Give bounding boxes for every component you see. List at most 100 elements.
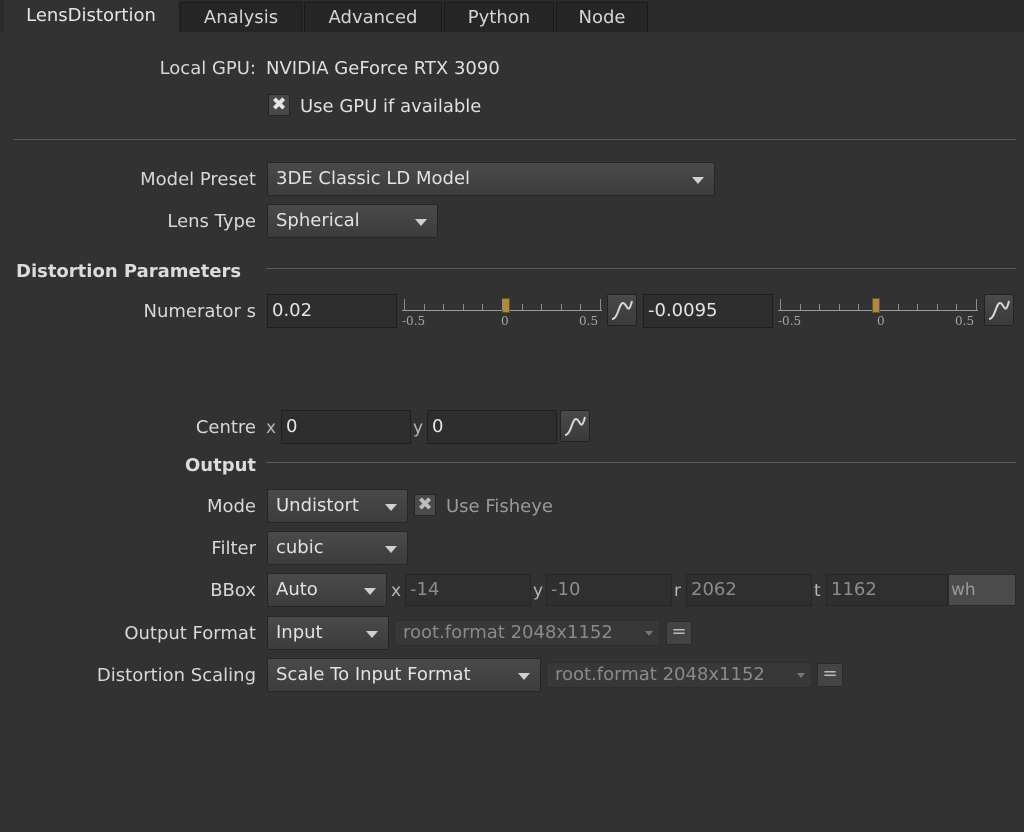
use-gpu-label: Use GPU if available xyxy=(300,96,482,117)
lens-type-label: Lens Type xyxy=(167,211,256,232)
numerator-s-field-2[interactable]: -0.0095 xyxy=(643,294,773,328)
slider-tick xyxy=(936,304,938,310)
slider-mid-label: 0 xyxy=(877,314,885,328)
slider-tick xyxy=(838,304,840,310)
bbox-value: Auto xyxy=(276,579,318,600)
filter-label: Filter xyxy=(211,538,256,559)
mode-label: Mode xyxy=(206,496,256,517)
lens-type-value: Spherical xyxy=(276,210,360,231)
tab-lensdistortion[interactable]: LensDistortion xyxy=(4,0,178,32)
chevron-down-icon xyxy=(364,588,376,595)
bbox-r-label: r xyxy=(674,581,681,601)
use-fisheye-checkbox[interactable]: ✖ xyxy=(414,494,436,516)
slider-tick xyxy=(897,304,899,310)
chevron-down-icon xyxy=(385,504,397,511)
model-preset-value: 3DE Classic LD Model xyxy=(276,168,471,189)
section-divider xyxy=(266,462,1016,463)
bbox-dropdown[interactable]: Auto xyxy=(267,573,387,607)
bbox-x-field[interactable]: -14 xyxy=(405,574,531,606)
tab-advanced[interactable]: Advanced xyxy=(304,2,442,32)
slider-tick xyxy=(976,299,977,310)
divider xyxy=(14,139,1016,140)
curve-icon xyxy=(611,300,633,320)
chevron-down-icon xyxy=(385,546,397,553)
output-format-dropdown[interactable]: Input xyxy=(267,616,389,650)
animation-curve-button-2[interactable] xyxy=(984,294,1014,326)
model-preset-dropdown[interactable]: 3DE Classic LD Model xyxy=(267,162,715,196)
distortion-parameters-title: Distortion Parameters xyxy=(16,261,242,282)
output-section-title: Output xyxy=(184,455,256,476)
model-preset-label: Model Preset xyxy=(140,169,256,190)
distortion-scaling-value: Scale To Input Format xyxy=(276,664,471,685)
slider-min-label: -0.5 xyxy=(778,314,802,328)
output-format-label: Output Format xyxy=(124,623,256,644)
use-fisheye-label: Use Fisheye xyxy=(446,496,553,517)
slider-tick xyxy=(580,304,582,310)
output-format-equals-button[interactable]: = xyxy=(666,621,692,645)
numerator-s-slider-2[interactable]: -0.5 0 0.5 xyxy=(776,294,980,330)
tab-bar: LensDistortion Analysis Advanced Python … xyxy=(0,0,1024,32)
numerator-s-slider-1[interactable]: -0.5 0 0.5 xyxy=(400,294,604,330)
slider-tick xyxy=(600,299,601,310)
bbox-wh-toggle[interactable]: wh xyxy=(948,574,1016,606)
centre-label: Centre xyxy=(195,417,256,438)
lens-type-dropdown[interactable]: Spherical xyxy=(267,204,438,238)
slider-tick xyxy=(423,304,425,310)
slider-mid-label: 0 xyxy=(501,314,509,328)
slider-tick xyxy=(541,304,543,310)
slider-max-label: 0.5 xyxy=(579,314,599,328)
distortion-scaling-equals-button[interactable]: = xyxy=(817,663,843,687)
bbox-y-field[interactable]: -10 xyxy=(546,574,672,606)
distortion-scaling-dropdown[interactable]: Scale To Input Format xyxy=(267,658,541,692)
centre-y-label: y xyxy=(413,418,424,438)
slider-tick xyxy=(521,304,523,310)
slider-tick xyxy=(956,304,958,310)
use-gpu-checkbox[interactable]: ✖ xyxy=(268,94,290,116)
bbox-x-label: x xyxy=(391,581,402,601)
chevron-down-icon xyxy=(518,673,530,680)
distortion-scaling-root-dropdown[interactable]: root.format 2048x1152 xyxy=(546,662,812,688)
numerator-s-field-1[interactable]: 0.02 xyxy=(267,294,397,328)
slider-handle[interactable] xyxy=(501,298,510,313)
centre-x-field[interactable]: 0 xyxy=(281,410,411,444)
bbox-r-field[interactable]: 2062 xyxy=(686,574,812,606)
bbox-y-label: y xyxy=(533,581,544,601)
tab-analysis[interactable]: Analysis xyxy=(180,2,302,32)
curve-icon xyxy=(988,300,1010,320)
checkbox-x-icon: ✖ xyxy=(417,494,433,515)
curve-icon xyxy=(564,416,586,436)
output-format-value: Input xyxy=(276,622,323,643)
slider-tick xyxy=(462,304,464,310)
bbox-t-field[interactable]: 1162 xyxy=(826,574,948,606)
slider-tick xyxy=(404,299,405,310)
chevron-down-icon xyxy=(645,631,653,636)
slider-tick xyxy=(443,304,445,310)
animation-curve-button-centre[interactable] xyxy=(560,410,590,442)
local-gpu-value: NVIDIA GeForce RTX 3090 xyxy=(266,58,500,79)
slider-tick xyxy=(917,304,919,310)
animation-curve-button-1[interactable] xyxy=(607,294,637,326)
tab-node[interactable]: Node xyxy=(556,2,648,32)
bbox-t-label: t xyxy=(814,581,821,601)
tab-python[interactable]: Python xyxy=(444,2,554,32)
slider-tick xyxy=(819,304,821,310)
filter-dropdown[interactable]: cubic xyxy=(267,531,408,565)
bbox-label: BBox xyxy=(210,580,256,601)
slider-tick xyxy=(780,299,781,310)
slider-min-label: -0.5 xyxy=(402,314,426,328)
distortion-scaling-label: Distortion Scaling xyxy=(96,665,256,686)
mode-dropdown[interactable]: Undistort xyxy=(267,489,408,523)
checkbox-x-icon: ✖ xyxy=(271,94,287,115)
chevron-down-icon xyxy=(692,177,704,184)
slider-tick xyxy=(502,299,503,310)
output-format-root-value: root.format 2048x1152 xyxy=(403,622,613,643)
mode-value: Undistort xyxy=(276,495,359,516)
output-format-root-dropdown[interactable]: root.format 2048x1152 xyxy=(394,620,660,646)
slider-tick xyxy=(878,299,879,310)
centre-y-field[interactable]: 0 xyxy=(427,410,557,444)
chevron-down-icon xyxy=(366,631,378,638)
distortion-scaling-root-value: root.format 2048x1152 xyxy=(555,664,765,685)
centre-x-label: x xyxy=(266,418,277,438)
slider-tick xyxy=(799,304,801,310)
section-divider xyxy=(266,268,1016,269)
